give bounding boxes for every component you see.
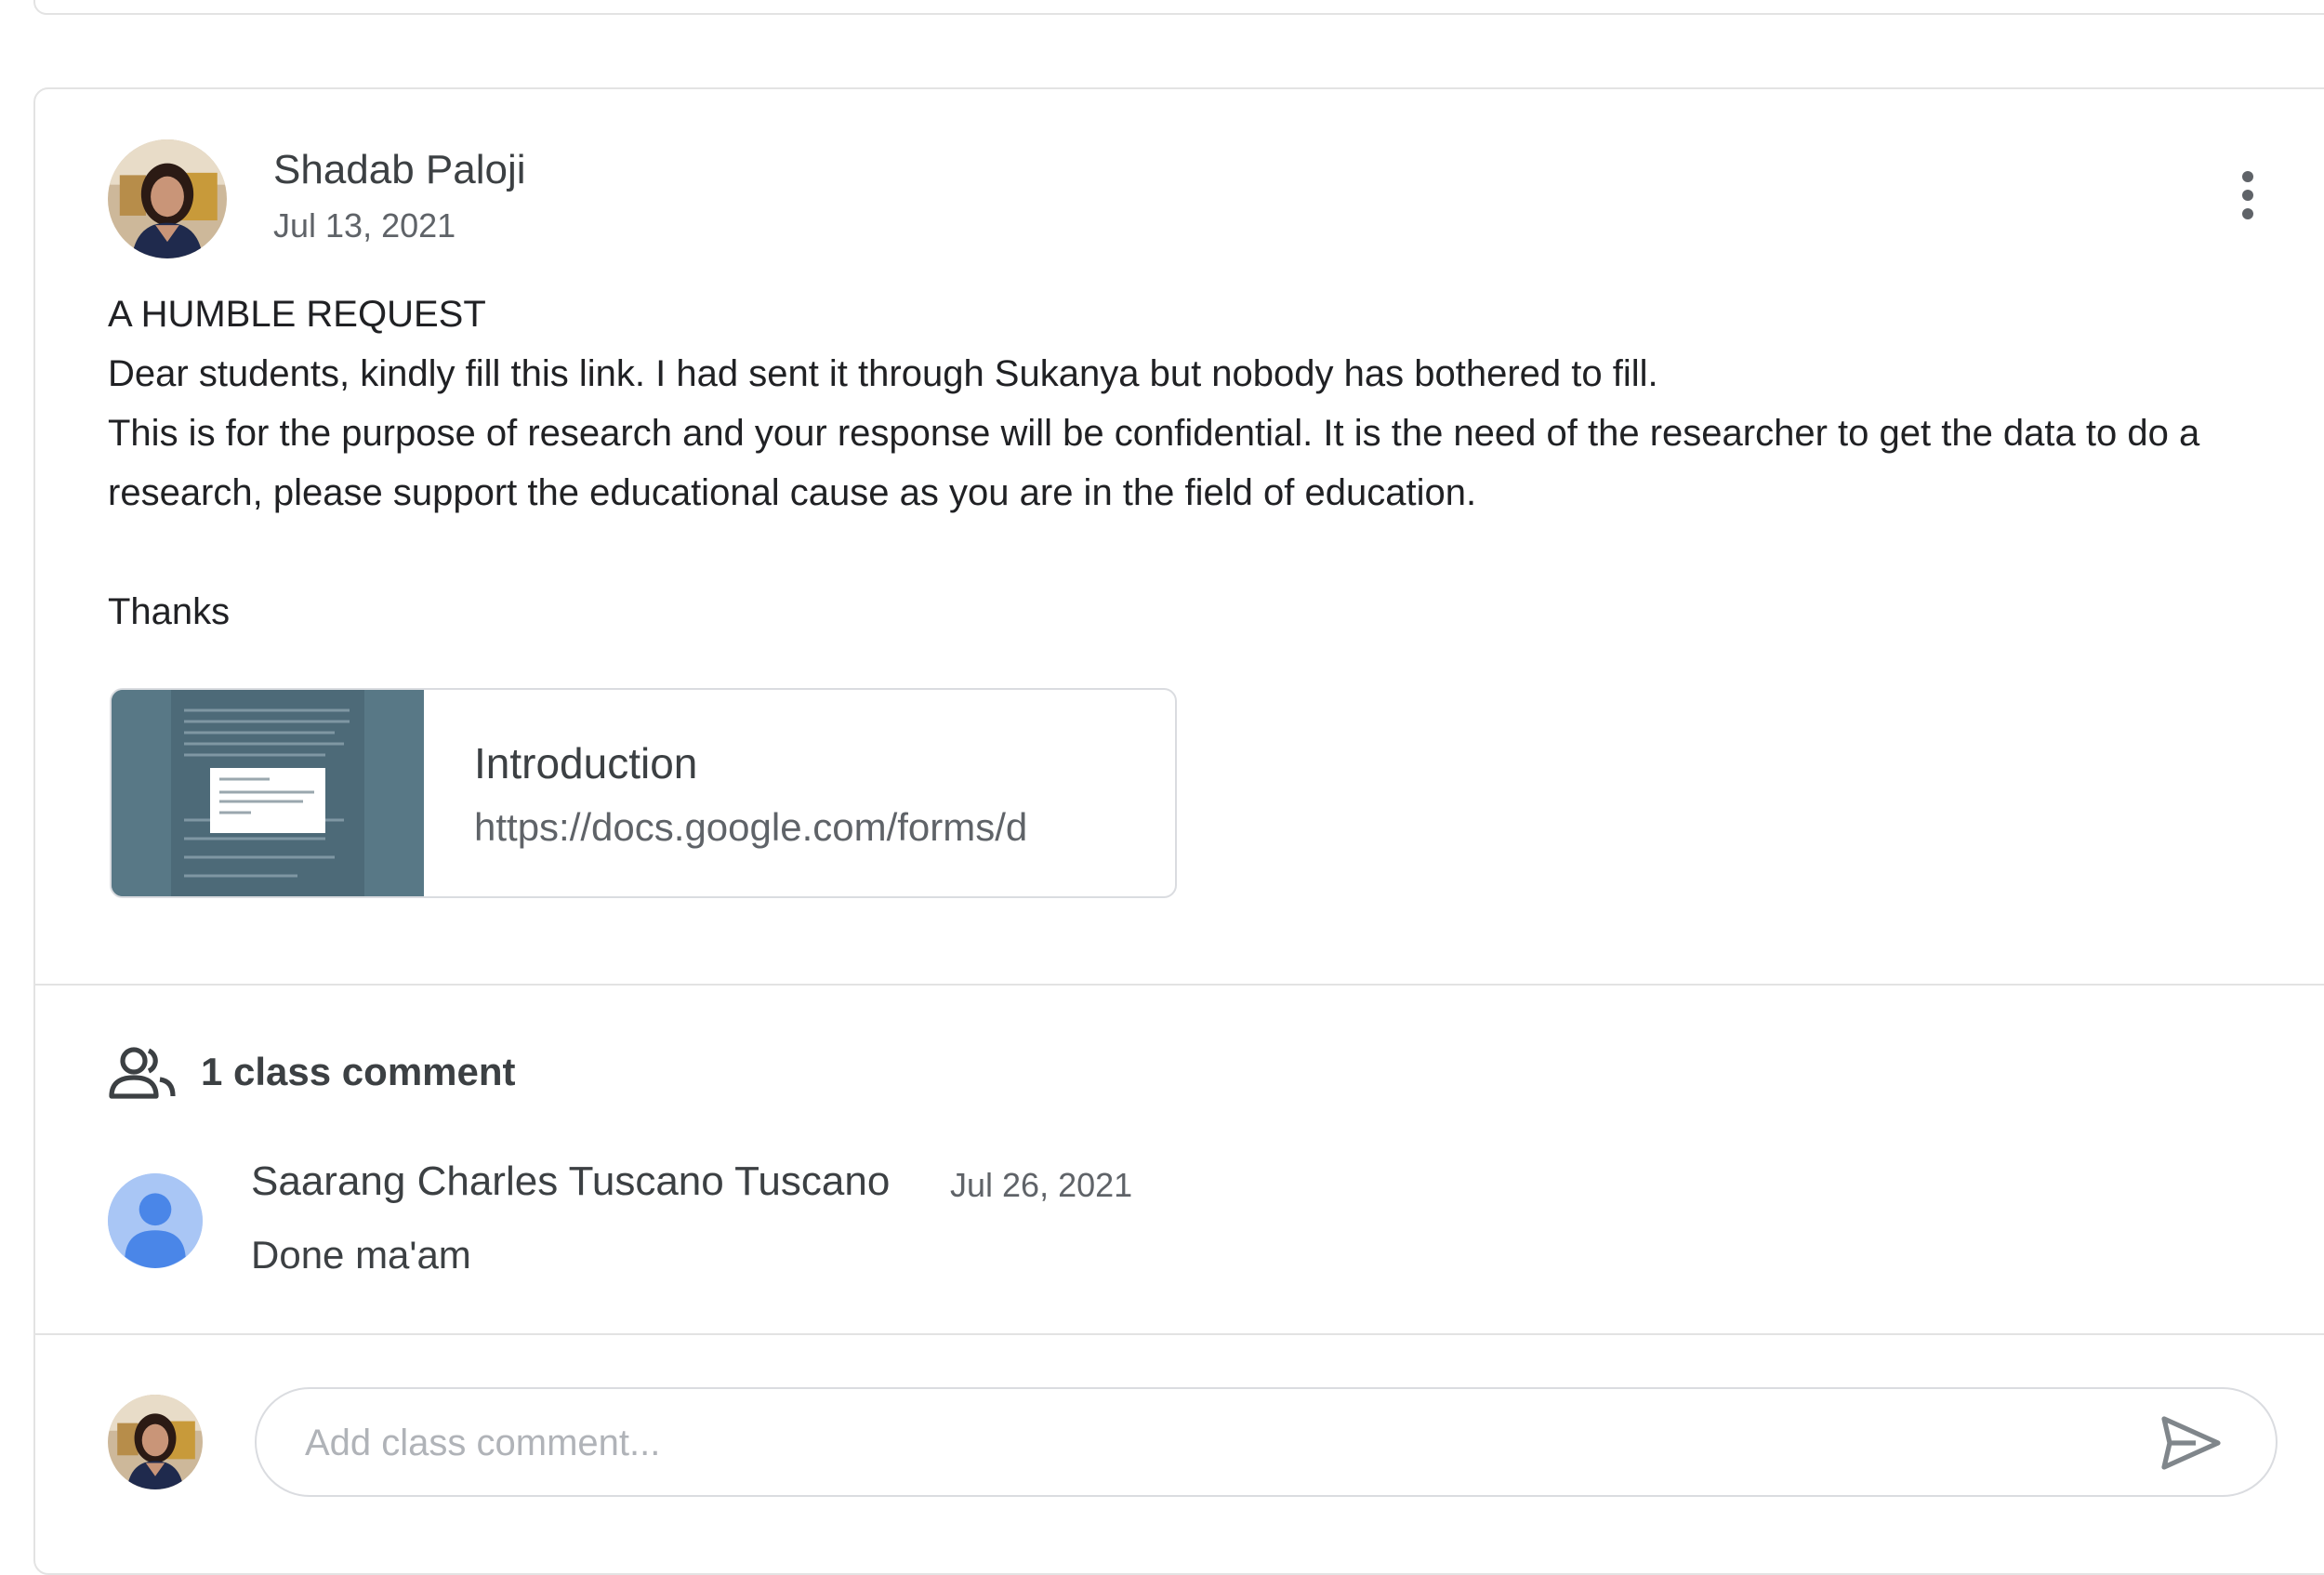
comment-text: Done ma'am [251, 1233, 471, 1277]
comment-date: Jul 26, 2021 [950, 1166, 1133, 1204]
default-avatar-icon [108, 1173, 203, 1268]
form-preview-icon [112, 690, 424, 896]
attachment-url: https://docs.google.com/forms/d [474, 805, 1028, 849]
post-body: A HUMBLE REQUEST Dear students, kindly f… [108, 285, 2302, 642]
commenter-avatar[interactable] [108, 1173, 203, 1268]
more-vert-icon [2242, 171, 2253, 182]
post-divider [33, 984, 2324, 986]
author-avatar[interactable] [108, 139, 227, 258]
send-icon [2161, 1416, 2221, 1470]
attachment-thumbnail [112, 690, 424, 896]
class-comments-toggle[interactable]: 1 class comment [108, 1039, 516, 1105]
author-photo-icon [108, 139, 227, 258]
post-text-line: Dear students, kindly fill this link. I … [108, 353, 1658, 394]
current-user-avatar [108, 1395, 203, 1489]
attachment-title: Introduction [474, 739, 698, 788]
post-author-name: Shadab Paloji [273, 147, 526, 192]
attachment-card[interactable]: Introduction https://docs.google.com/for… [110, 688, 1177, 898]
comment-author-name: Saarang Charles Tuscano Tuscano [251, 1158, 891, 1204]
more-options-button[interactable] [2227, 167, 2268, 223]
user-photo-icon [108, 1395, 203, 1489]
comment-composer [255, 1387, 2278, 1497]
post-text-line: This is for the purpose of research and … [108, 413, 2200, 454]
more-vert-icon-dot [2242, 190, 2253, 201]
add-class-comment-input[interactable] [303, 1408, 2073, 1478]
post-heading: A HUMBLE REQUEST [108, 294, 486, 335]
post-text-line: research, please support the educational… [108, 472, 1477, 513]
people-icon [109, 1047, 176, 1099]
post-date: Jul 13, 2021 [273, 206, 456, 245]
comments-divider [33, 1333, 2324, 1335]
post-sign-off: Thanks [108, 591, 231, 632]
previous-post-card [33, 0, 2324, 15]
more-vert-icon-dot [2242, 208, 2253, 219]
send-comment-button[interactable] [2159, 1413, 2224, 1473]
class-comment-count: 1 class comment [201, 1050, 516, 1093]
